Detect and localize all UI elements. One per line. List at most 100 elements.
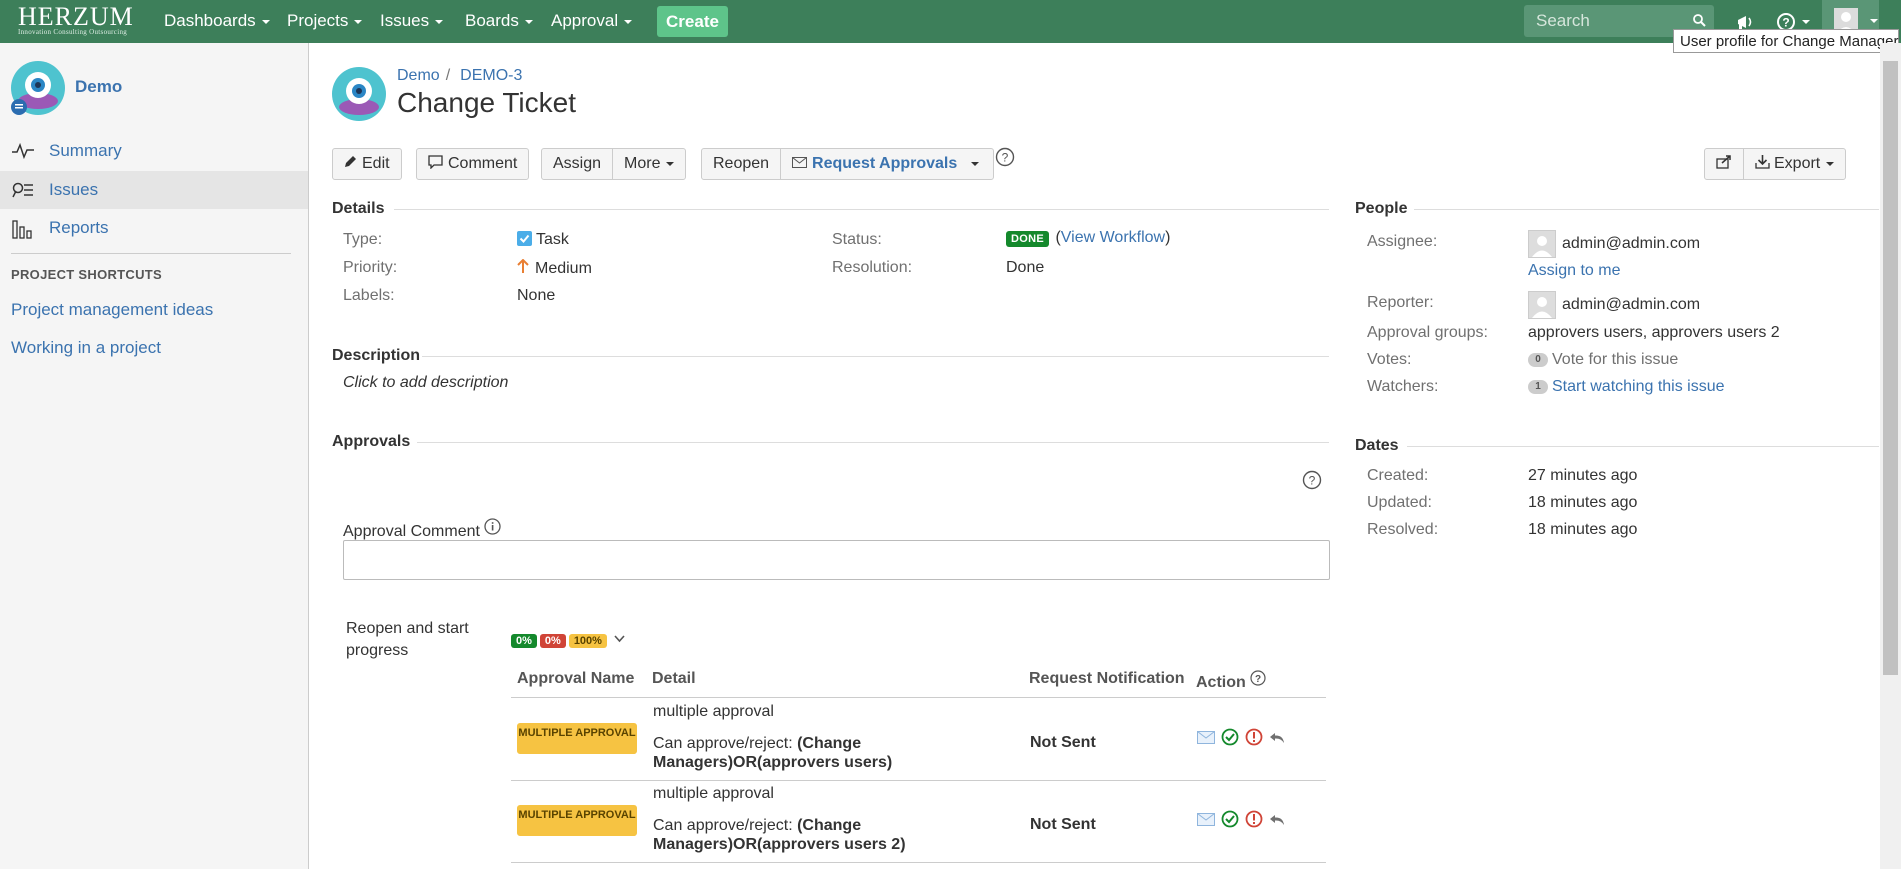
created-value: 27 minutes ago (1528, 467, 1638, 484)
details-divider (394, 209, 1329, 210)
breadcrumb-issue-key[interactable]: DEMO-3 (460, 67, 522, 84)
sidebar-item-issues[interactable]: Issues (0, 171, 308, 209)
issue-project-avatar (332, 67, 386, 121)
watch-link[interactable]: Start watching this issue (1552, 378, 1725, 395)
send-request-icon[interactable] (1197, 812, 1215, 831)
sidebar-item-reports[interactable]: Reports (0, 209, 308, 247)
comment-button[interactable]: Comment (416, 148, 530, 180)
dates-divider (1407, 446, 1879, 447)
nav-approval[interactable]: Approval (551, 0, 633, 43)
send-request-icon[interactable] (1197, 730, 1215, 749)
request-approvals-button[interactable]: Request Approvals (781, 149, 993, 179)
page-title: Change Ticket (397, 87, 576, 118)
view-workflow-link[interactable]: View Workflow (1061, 229, 1165, 246)
nav-boards-label: Boards (465, 11, 519, 30)
notification-status: Not Sent (1030, 734, 1096, 751)
reply-icon[interactable] (1269, 813, 1285, 831)
view-workflow-close: ) (1165, 229, 1171, 246)
reporter-name[interactable]: admin@admin.com (1562, 296, 1700, 313)
assign-to-me-link[interactable]: Assign to me (1528, 262, 1620, 280)
resolved-value: 18 minutes ago (1528, 521, 1638, 538)
svg-text:?: ? (1782, 15, 1789, 29)
export-button[interactable]: Export (1744, 149, 1845, 179)
sidebar-item-label: Reports (49, 218, 109, 237)
description-divider (422, 356, 1329, 357)
chevron-down-icon (624, 19, 633, 24)
sidebar-project-name[interactable]: Demo (75, 77, 122, 97)
task-icon (517, 231, 532, 251)
edit-button[interactable]: Edit (332, 148, 402, 180)
assignee-value: admin@admin.com (1528, 230, 1700, 258)
nav-issues[interactable]: Issues (380, 0, 444, 43)
status-badge: DONE (1006, 231, 1049, 247)
bar-chart-icon (12, 219, 34, 244)
sidebar-item-summary[interactable]: Summary (0, 132, 308, 170)
approvals-divider (417, 442, 1329, 443)
details-heading: Details (332, 200, 385, 217)
votes-label: Votes: (1367, 351, 1412, 368)
chevron-down-icon (354, 19, 363, 24)
shortcut-working-in-a-project[interactable]: Working in a project (11, 338, 161, 358)
approval-type-badge: MULTIPLE APPROVAL (517, 723, 637, 754)
labels-value: None (517, 287, 556, 304)
svg-text:?: ? (1309, 474, 1316, 488)
reject-icon[interactable] (1245, 728, 1263, 751)
pencil-icon (344, 155, 357, 173)
nav-projects-label: Projects (287, 11, 349, 30)
votes-value: 0 Vote for this issue (1528, 351, 1678, 369)
herzum-logo[interactable]: HERZUM Innovation Consulting Outsourcing (18, 4, 134, 37)
approve-icon[interactable] (1221, 728, 1239, 751)
svg-text:?: ? (1255, 674, 1261, 685)
chevron-down-icon[interactable] (614, 630, 626, 648)
approval-detail: Can approve/reject: (Change Managers)OR(… (653, 816, 913, 854)
nav-projects[interactable]: Projects (287, 0, 363, 43)
nav-dashboards[interactable]: Dashboards (164, 0, 270, 43)
approval-groups-value: approvers users, approvers users 2 (1528, 324, 1780, 341)
sidebar-item-label: Issues (49, 180, 99, 199)
logo-tagline: Innovation Consulting Outsourcing (18, 28, 128, 36)
nav-boards[interactable]: Boards (465, 0, 533, 43)
reject-icon[interactable] (1245, 810, 1263, 833)
scrollbar-thumb[interactable] (1883, 61, 1898, 675)
approval-groups-label: Approval groups: (1367, 324, 1488, 341)
column-action-label: Action (1196, 674, 1246, 691)
watchers-value: 1 Start watching this issue (1528, 378, 1725, 396)
assignee-name[interactable]: admin@admin.com (1562, 235, 1700, 252)
comment-icon (428, 154, 443, 174)
assign-button[interactable]: Assign (542, 149, 614, 179)
vote-link[interactable]: Vote for this issue (1552, 351, 1678, 368)
search-input[interactable] (1534, 10, 1688, 32)
chevron-down-icon (435, 19, 444, 24)
approval-comment-field[interactable] (343, 540, 1330, 580)
resolution-label: Resolution: (832, 259, 913, 276)
resolution-value: Done (1006, 259, 1045, 276)
status-label: Status: (832, 231, 882, 248)
approval-title: multiple approval (653, 785, 774, 802)
info-icon[interactable] (484, 518, 502, 540)
share-button[interactable] (1705, 149, 1744, 179)
description-placeholder[interactable]: Click to add description (343, 374, 508, 392)
approval-type-badge: MULTIPLE APPROVAL (517, 805, 637, 836)
help-icon[interactable]: ? (1302, 470, 1322, 495)
svg-text:?: ? (1002, 151, 1009, 165)
export-label: Export (1774, 155, 1821, 172)
transition-name: Reopen and start progress (346, 620, 469, 659)
approval-comment-text: Approval Comment (343, 523, 480, 540)
reopen-button[interactable]: Reopen (702, 149, 782, 179)
people-heading: People (1355, 200, 1408, 217)
approve-icon[interactable] (1221, 810, 1239, 833)
help-icon[interactable]: ? (1250, 670, 1266, 691)
resolved-label: Resolved: (1367, 521, 1439, 538)
column-detail: Detail (652, 670, 696, 687)
breadcrumb-project[interactable]: Demo (397, 67, 440, 84)
watchers-label: Watchers: (1367, 378, 1439, 395)
more-button[interactable]: More (613, 149, 685, 179)
updated-label: Updated: (1367, 494, 1432, 511)
help-icon[interactable]: ? (995, 147, 1015, 172)
reply-icon[interactable] (1269, 731, 1285, 749)
project-avatar[interactable] (11, 61, 65, 115)
shortcut-project-management-ideas[interactable]: Project management ideas (11, 300, 213, 320)
approval-comment-label: Approval Comment (343, 518, 502, 541)
create-button[interactable]: Create (657, 6, 728, 37)
chevron-down-icon (261, 19, 270, 24)
